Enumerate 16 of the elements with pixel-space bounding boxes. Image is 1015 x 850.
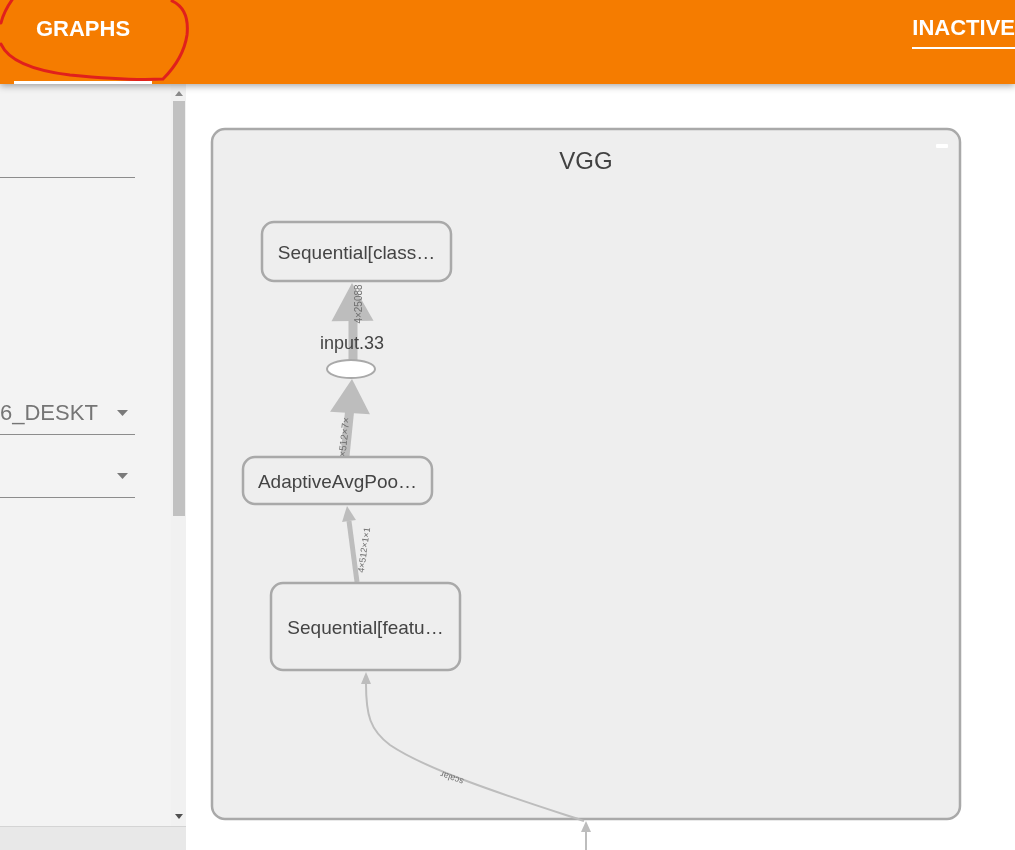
caret-icon <box>117 410 128 416</box>
dropdown-field[interactable]: 6_DESKT <box>0 395 135 435</box>
arrow-down-icon[interactable] <box>174 814 183 819</box>
arrow-up-icon[interactable] <box>174 91 183 96</box>
edge-label: ×512×7× <box>336 416 352 458</box>
graph-node[interactable]: Sequential[class… <box>260 220 453 283</box>
graph-node[interactable]: AdaptiveAvgPoo… <box>241 455 434 506</box>
edge-label: scalar <box>439 769 465 787</box>
scrollbar-thumb[interactable] <box>172 101 185 516</box>
graph-node[interactable]: Sequential[featu… <box>269 581 462 672</box>
caret-icon <box>117 473 128 479</box>
node-label: input.33 <box>319 333 385 353</box>
metanode-title: VGG <box>559 147 613 174</box>
metanode-box[interactable] <box>210 127 962 821</box>
edge-label: 4×512×1×1 <box>355 526 373 574</box>
edge-label: 4×25088 <box>352 284 364 324</box>
